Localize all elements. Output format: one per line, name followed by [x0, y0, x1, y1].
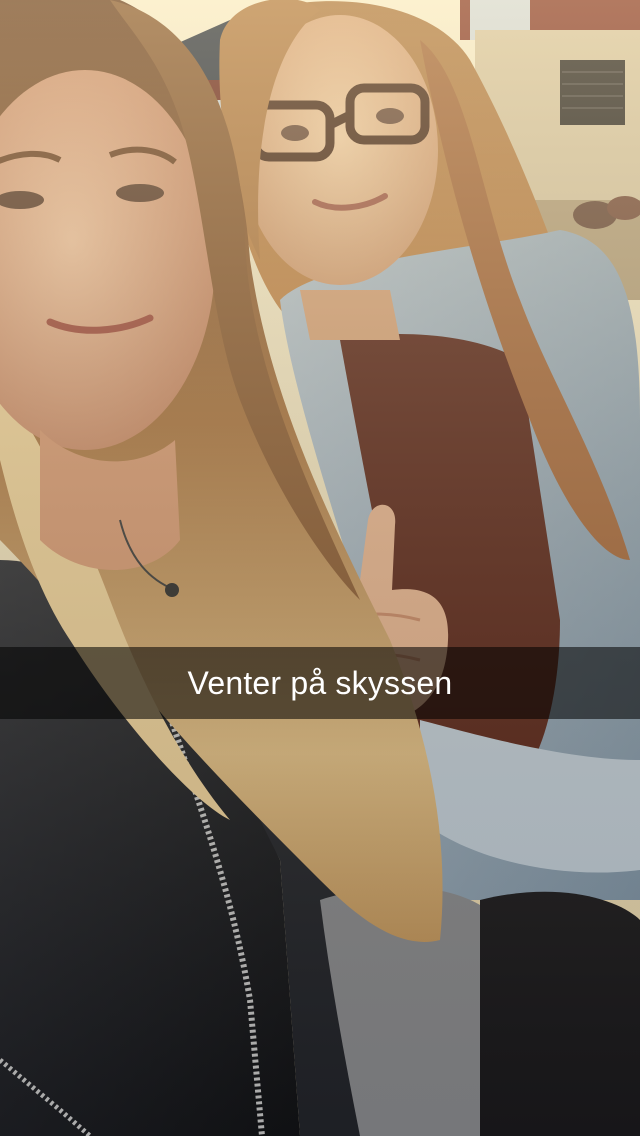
snap-caption-text: Venter på skyssen [187, 665, 453, 701]
selfie-photo [0, 0, 640, 1136]
snap-caption-bar: Venter på skyssen [0, 647, 640, 719]
snap-screen: Venter på skyssen [0, 0, 640, 1136]
